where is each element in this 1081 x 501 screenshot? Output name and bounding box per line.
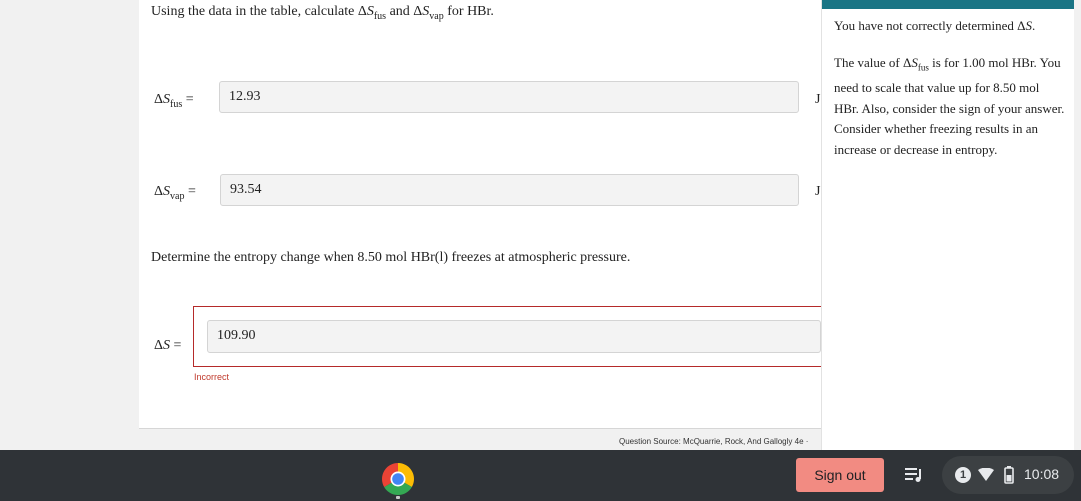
wifi-icon (978, 468, 994, 481)
entropy-input[interactable]: 109.90 (207, 320, 821, 353)
notification-count-badge[interactable]: 1 (955, 467, 971, 483)
hint-panel: You have not correctly determined ΔS. Th… (821, 0, 1074, 450)
fus-label: ΔSfus = (154, 92, 194, 110)
chrome-icon[interactable] (380, 461, 416, 497)
battery-icon (1004, 466, 1014, 484)
hint-line-1: You have not correctly determined ΔS. (834, 18, 1036, 33)
incorrect-feedback: Incorrect (194, 372, 230, 382)
sign-out-button[interactable]: Sign out (796, 458, 884, 492)
hint-panel-header (822, 0, 1074, 9)
question-source: Question Source: McQuarrie, Rock, And Ga… (619, 437, 809, 446)
fus-input[interactable]: 12.93 (219, 81, 799, 113)
active-app-indicator (396, 496, 400, 499)
taskbar: Sign out 1 10:08 (0, 450, 1081, 501)
clock: 10:08 (1024, 466, 1060, 482)
part2-question: Determine the entropy change when 8.50 m… (151, 250, 631, 265)
hint-line-2: The value of ΔSfus is for 1.00 mol HBr. … (834, 55, 1065, 157)
vap-label: ΔSvap = (154, 184, 196, 202)
question-card: Using the data in the table, calculate Δ… (139, 0, 833, 446)
entropy-label: ΔS = (154, 338, 182, 353)
media-queue-icon[interactable] (901, 463, 927, 487)
vap-input[interactable]: 93.54 (220, 174, 799, 206)
fus-unit: J (815, 92, 821, 107)
vap-unit: J (815, 184, 821, 199)
question-instruction: Using the data in the table, calculate Δ… (151, 4, 494, 22)
system-tray[interactable]: 1 10:08 (942, 456, 1074, 494)
